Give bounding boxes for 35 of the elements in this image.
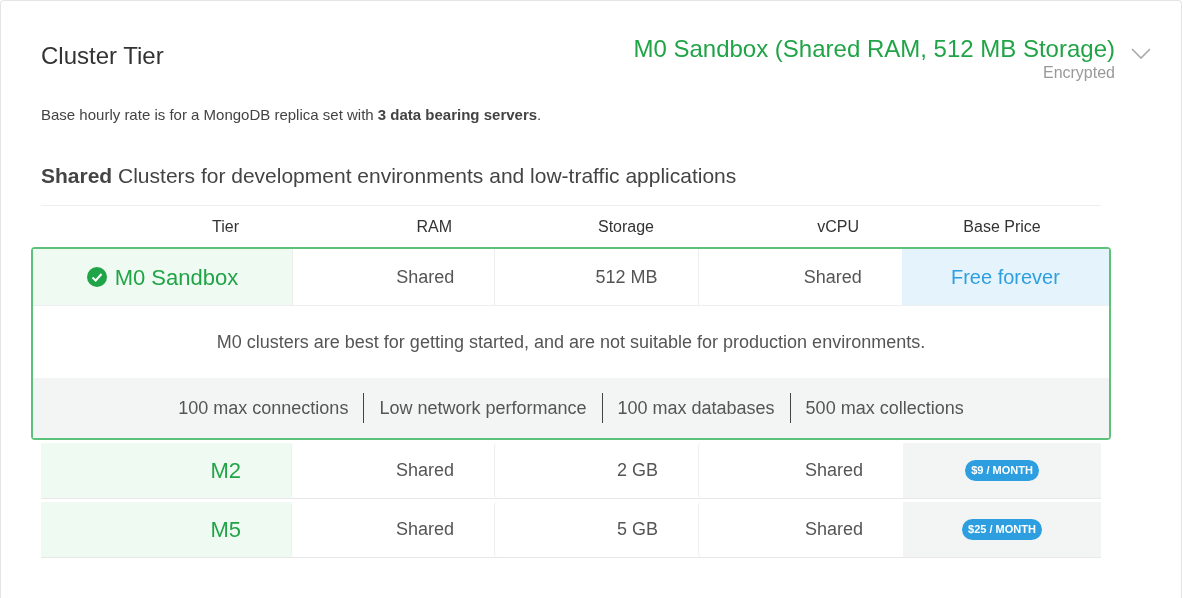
column-header: RAM bbox=[416, 216, 452, 237]
ram-cell-text: Shared bbox=[395, 518, 454, 541]
chevron-down-icon[interactable] bbox=[1131, 48, 1151, 60]
tier-name: M5 bbox=[210, 516, 241, 544]
tier-name: M2 bbox=[210, 457, 241, 485]
vcpu-cell-text: Shared bbox=[804, 459, 863, 482]
selected-tier-row[interactable] bbox=[31, 247, 1111, 440]
feature-label: 100 max databases bbox=[617, 396, 775, 420]
feature-label: 100 max connections bbox=[178, 396, 349, 420]
price-label: Free forever bbox=[950, 265, 1060, 290]
vcpu-cell-text: Shared bbox=[803, 265, 862, 289]
selected-tier-summary: M0 Sandbox (Shared RAM, 512 MB Storage) bbox=[633, 34, 1115, 64]
section-title: Cluster Tier bbox=[41, 41, 164, 71]
storage-cell-text: 512 MB bbox=[595, 265, 658, 289]
tier-name: M0 Sandbox bbox=[114, 263, 239, 292]
price-badge: $9 / MONTH bbox=[965, 460, 1039, 481]
vcpu-cell-text: Shared bbox=[804, 518, 863, 541]
column-header: vCPU bbox=[817, 216, 859, 237]
column-header: Base Price bbox=[963, 216, 1041, 237]
group-heading: Shared Clusters for development environments and low-traffic applications bbox=[40, 162, 738, 189]
encryption-note: Encrypted bbox=[1042, 64, 1115, 82]
price-badge: $25 / MONTH bbox=[962, 519, 1042, 540]
storage-cell-text: 2 GB bbox=[616, 459, 658, 482]
column-header: Storage bbox=[597, 216, 654, 237]
ram-cell-text: Shared bbox=[395, 459, 454, 482]
rate-note: Base hourly rate is for a MongoDB replica set with 3 data bearing servers. bbox=[40, 105, 543, 125]
storage-cell-text: 5 GB bbox=[616, 518, 658, 541]
tier-description: M0 clusters are best for getting started, and are not suitable for production environments. bbox=[216, 330, 926, 354]
feature-label: 500 max collections bbox=[805, 396, 964, 420]
ram-cell-text: Shared bbox=[396, 265, 455, 289]
check-circle-icon bbox=[86, 267, 107, 287]
feature-label: Low network performance bbox=[379, 396, 587, 420]
tier-row[interactable]: M5 Shared 5 GB Shared $25 / MONTH bbox=[41, 502, 1101, 558]
column-header: Tier bbox=[212, 216, 239, 237]
tier-row[interactable]: M2 Shared 2 GB Shared $9 / MONTH bbox=[41, 443, 1101, 499]
